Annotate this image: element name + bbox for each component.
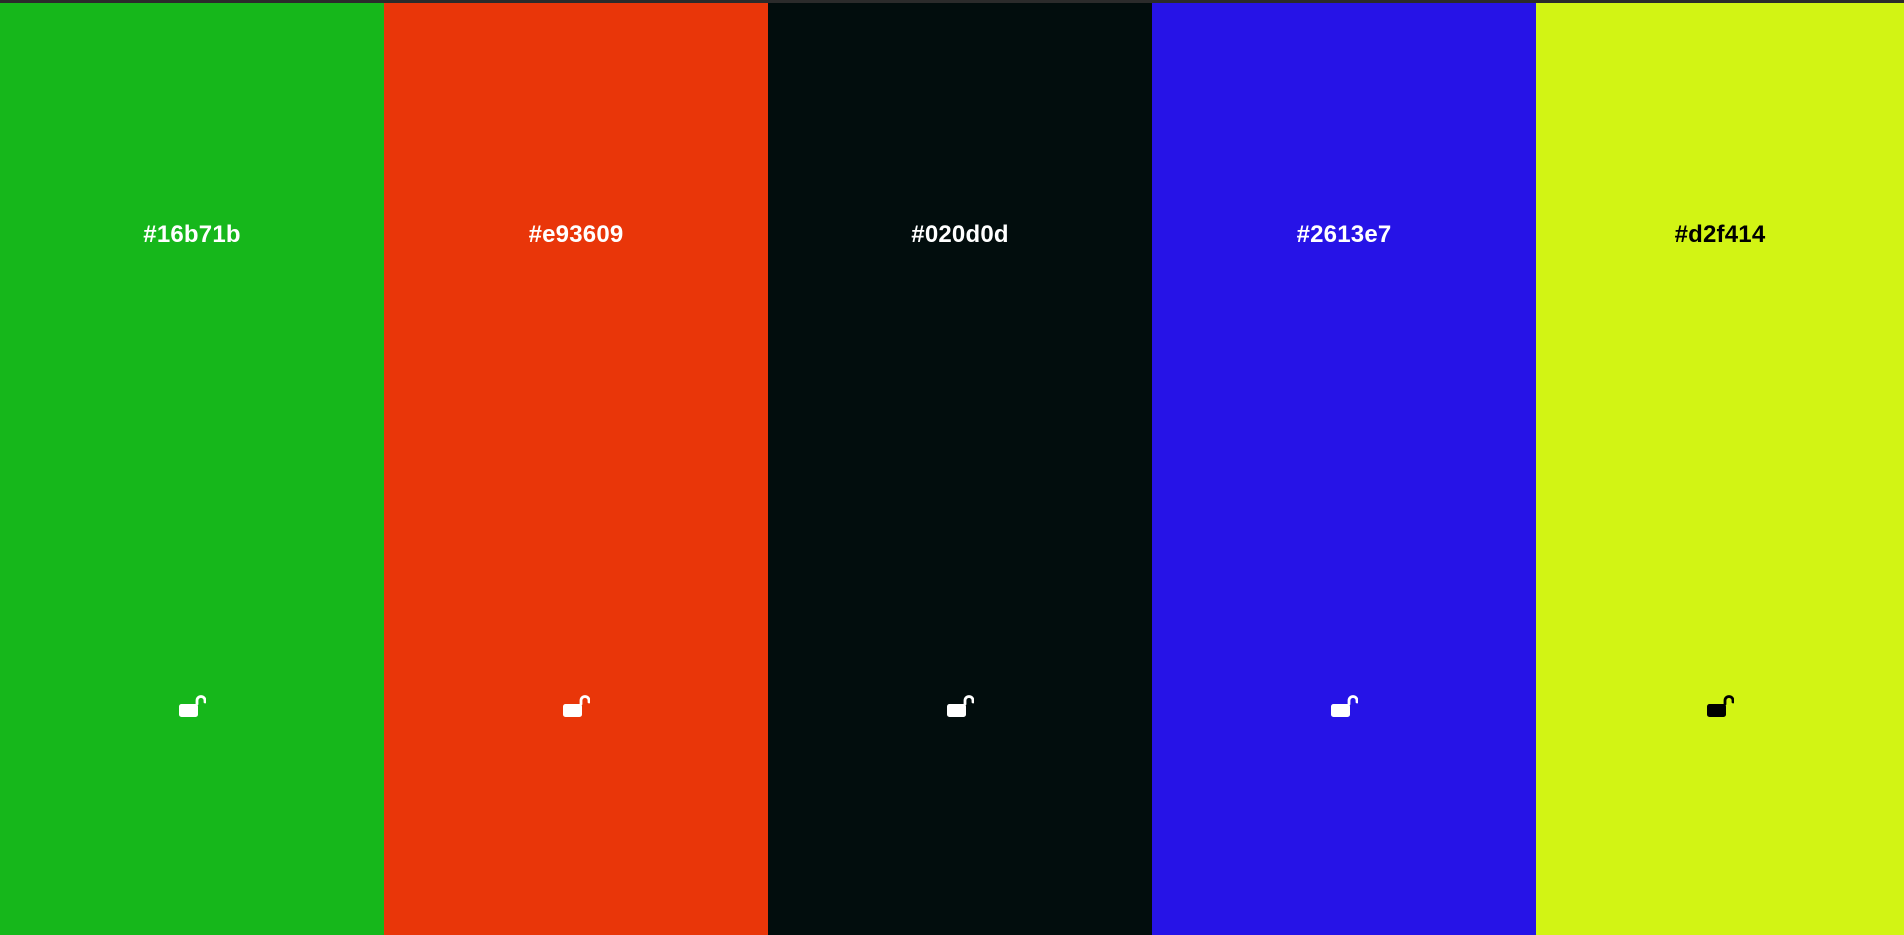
lock-open-icon: [178, 692, 206, 720]
lock-toggle-button[interactable]: [559, 689, 593, 723]
color-swatch-2[interactable]: #e93609: [384, 3, 768, 935]
hex-code-label[interactable]: #e93609: [384, 221, 768, 249]
lock-open-icon: [1330, 692, 1358, 720]
hex-code-label[interactable]: #020d0d: [768, 221, 1152, 249]
lock-toggle-button[interactable]: [1703, 689, 1737, 723]
color-swatch-4[interactable]: #2613e7: [1152, 3, 1536, 935]
lock-open-icon: [562, 692, 590, 720]
lock-open-icon: [946, 692, 974, 720]
hex-code-label[interactable]: #16b71b: [0, 221, 384, 249]
hex-code-label[interactable]: #d2f414: [1536, 221, 1904, 249]
lock-toggle-button[interactable]: [943, 689, 977, 723]
lock-toggle-button[interactable]: [1327, 689, 1361, 723]
hex-code-label[interactable]: #2613e7: [1152, 221, 1536, 249]
color-swatch-1[interactable]: #16b71b: [0, 3, 384, 935]
color-swatch-5[interactable]: #d2f414: [1536, 3, 1904, 935]
color-palette: #16b71b #e93609 #020d0d #2613e7 #d2f414: [0, 3, 1904, 935]
lock-open-icon: [1706, 692, 1734, 720]
color-swatch-3[interactable]: #020d0d: [768, 3, 1152, 935]
lock-toggle-button[interactable]: [175, 689, 209, 723]
